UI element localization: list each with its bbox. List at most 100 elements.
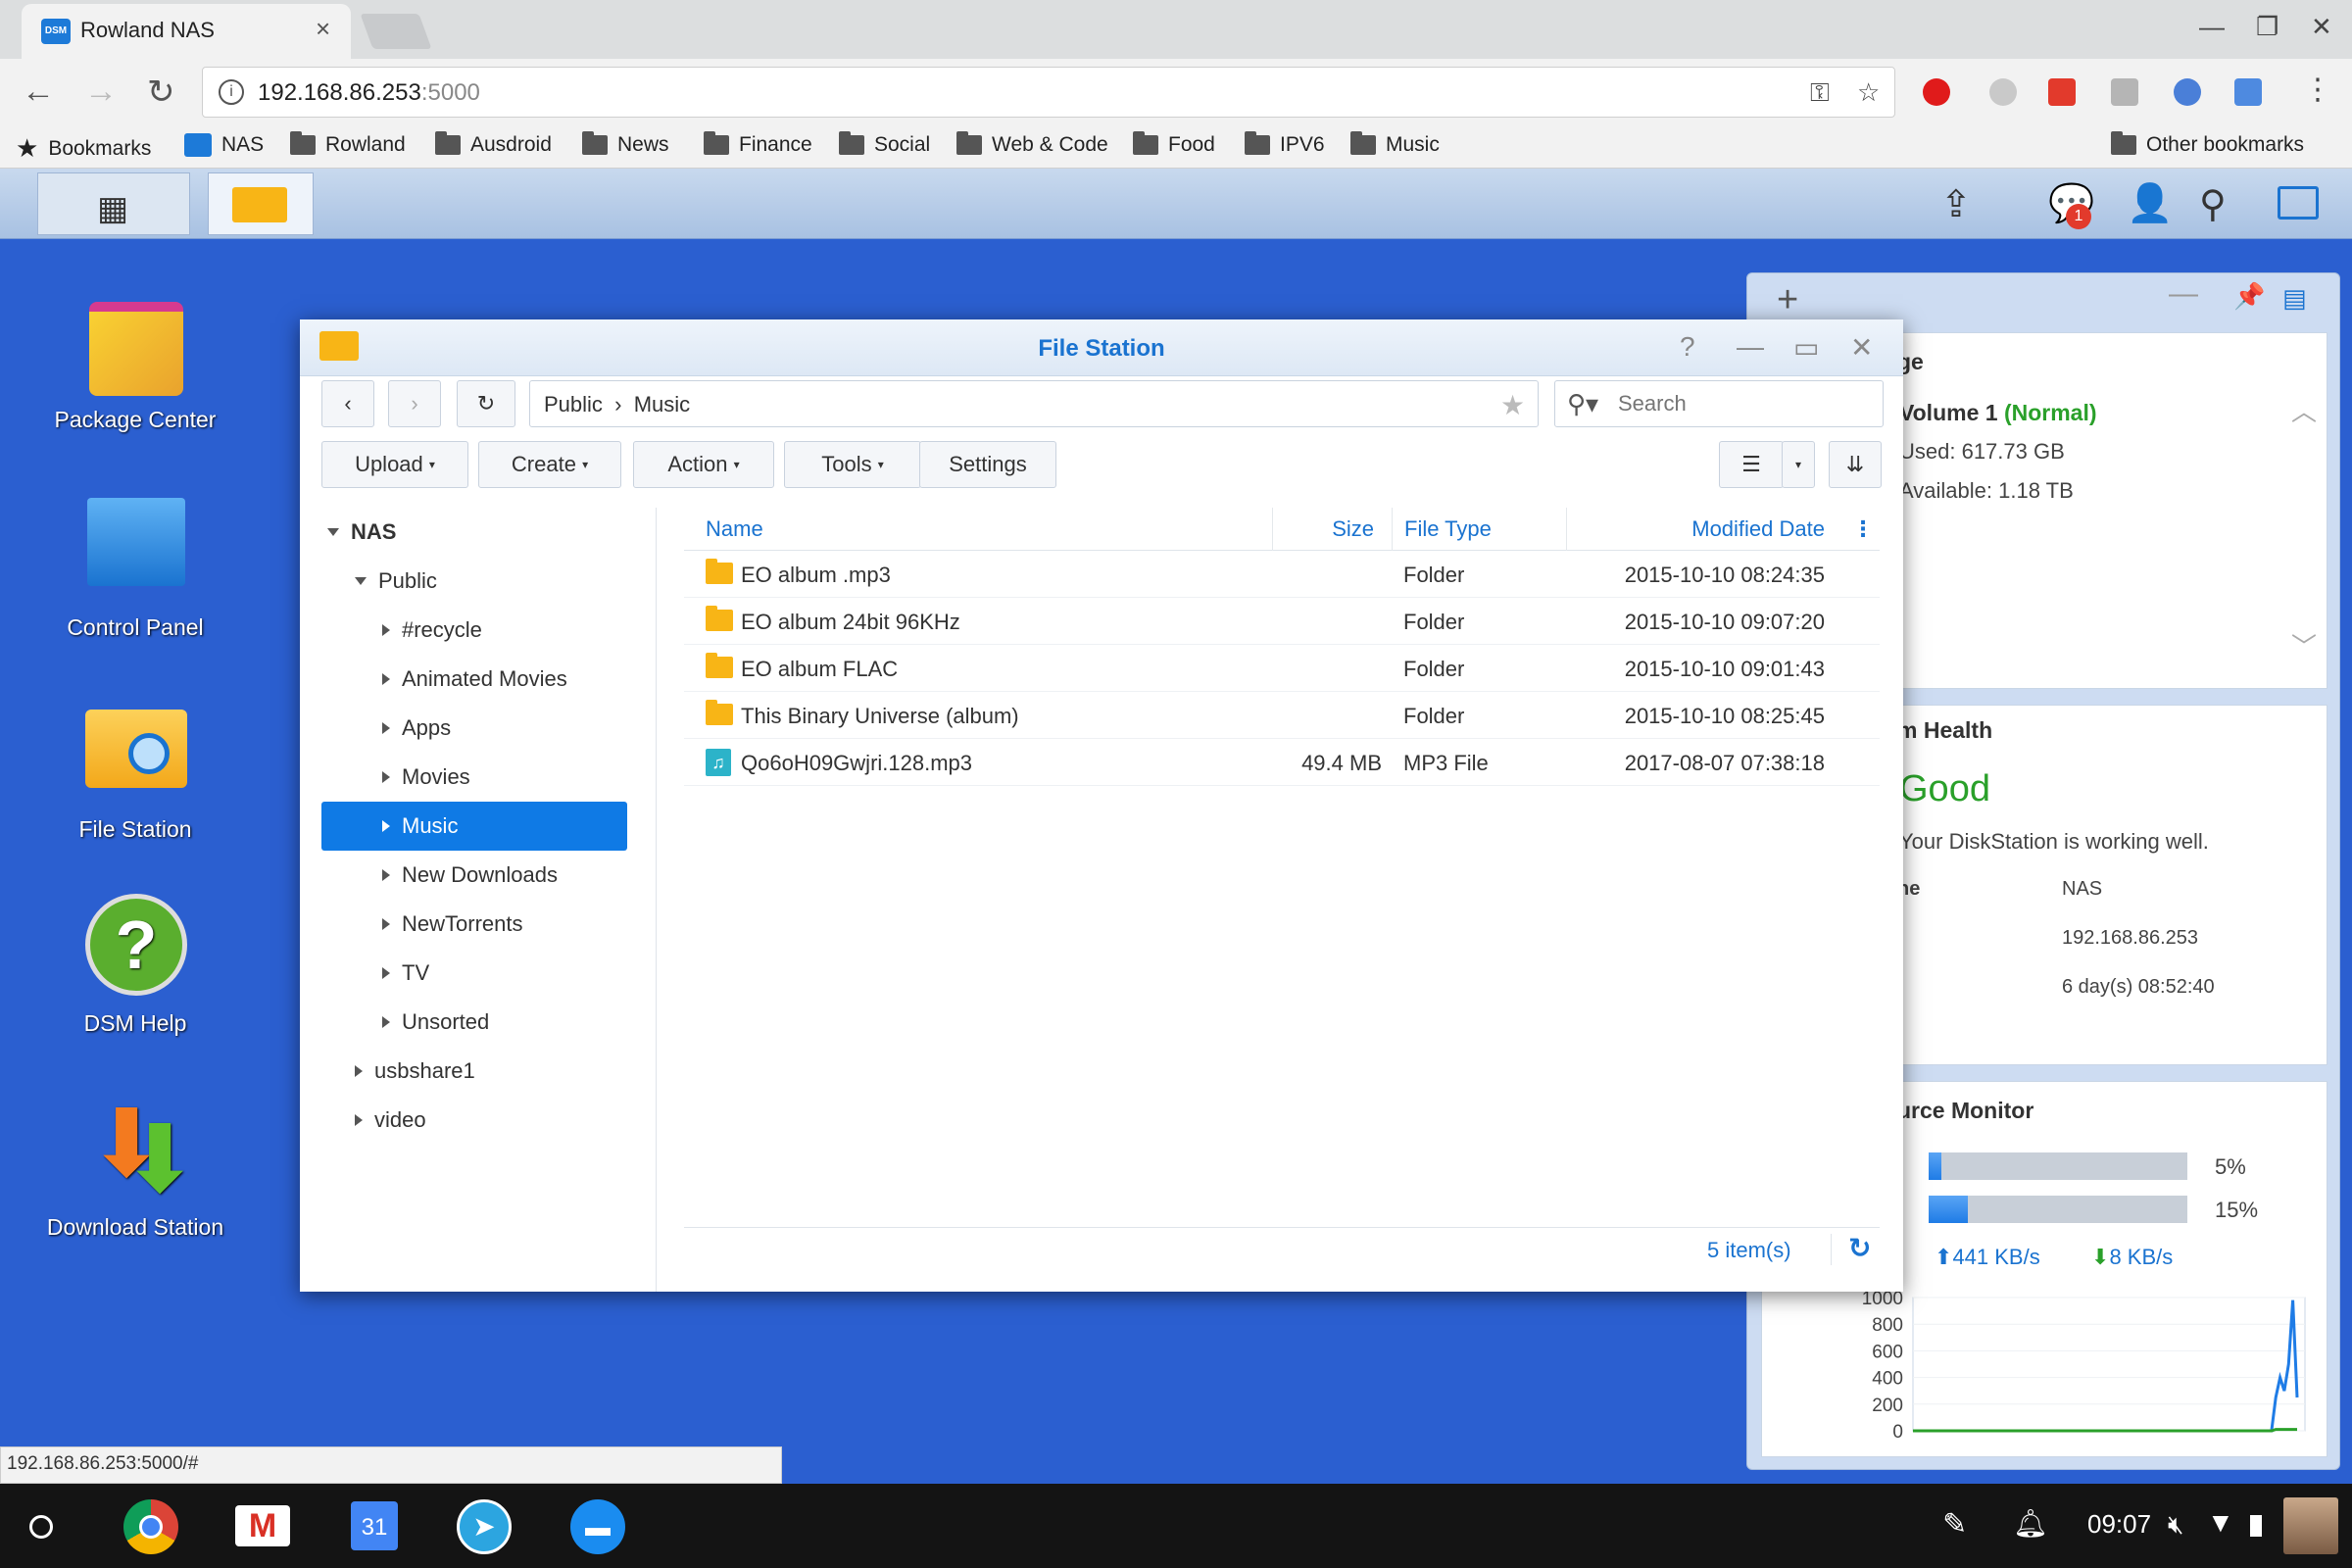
table-row[interactable]: This Binary Universe (album) Folder 2015-1… [684, 692, 1880, 739]
forward-button[interactable]: › [388, 380, 441, 427]
files-app-icon[interactable]: ▬ [570, 1499, 625, 1554]
tree-node-tv[interactable]: TV [321, 949, 635, 998]
tree-node-unsorted[interactable]: Unsorted [321, 998, 635, 1047]
bookmark-ausdroid[interactable]: Ausdroid [435, 131, 552, 157]
mute-icon[interactable]: 🔇︎ [2168, 1509, 2183, 1541]
tree-node-music[interactable]: Music [321, 802, 627, 851]
wallet-extension-icon[interactable] [2111, 78, 2138, 106]
browser-tab[interactable]: DSM Rowland NAS × [22, 4, 351, 59]
desktop-control-panel[interactable]: Control Panel [27, 498, 243, 641]
menu-kebab-icon[interactable]: ⋮ [2303, 73, 2332, 107]
restore-window-icon[interactable]: ❐ [2256, 12, 2278, 42]
search-icon[interactable]: ⚲ [2199, 182, 2227, 226]
desktop-file-station[interactable]: File Station [27, 700, 243, 843]
column-file-type[interactable]: File Type [1392, 508, 1554, 551]
tree-node-new-downloads[interactable]: New Downloads [321, 851, 635, 900]
bookmarks-star[interactable]: ★ Bookmarks [16, 133, 151, 164]
todoist-extension-icon[interactable] [2048, 78, 2076, 106]
bookmark-web-code[interactable]: Web & Code [956, 131, 1108, 157]
tree-node-nas[interactable]: NAS [327, 508, 641, 557]
chrome-icon[interactable] [123, 1499, 178, 1554]
view-mode-dropdown[interactable]: ▾ [1782, 441, 1815, 488]
table-row[interactable]: EO album FLAC Folder 2015-10-10 09:01:43 [684, 645, 1880, 692]
tree-node-recycle[interactable]: #recycle [321, 606, 635, 655]
bookmark-social[interactable]: Social [839, 131, 930, 157]
tree-node-animated-movies[interactable]: Animated Movies [321, 655, 635, 704]
desktop-dsm-help[interactable]: ? DSM Help [27, 894, 243, 1037]
other-bookmarks[interactable]: Other bookmarks [2111, 131, 2304, 157]
calendar-icon[interactable]: 31 [351, 1501, 398, 1550]
upload-queue-icon[interactable]: ⇪ [1940, 182, 1972, 226]
close-tab-icon[interactable]: × [316, 14, 330, 44]
minimize-icon[interactable]: — [1737, 331, 1764, 363]
tree-node-video[interactable]: video [321, 1096, 635, 1145]
path-bar[interactable]: Public › Music ★ [529, 380, 1539, 427]
bookmark-food[interactable]: Food [1133, 131, 1215, 157]
column-options-icon[interactable]: ⋮ [1852, 508, 1874, 551]
favorite-star-icon[interactable]: ★ [1500, 389, 1525, 421]
widgets-toggle-icon[interactable] [2278, 186, 2319, 220]
upload-button[interactable]: Upload ▾ [321, 441, 468, 488]
create-button[interactable]: Create ▾ [478, 441, 621, 488]
avatar[interactable] [2283, 1497, 2338, 1554]
widget-layout-icon[interactable]: ▤ [2282, 283, 2307, 314]
clock-time[interactable]: 09:07 [2087, 1509, 2151, 1540]
window-titlebar[interactable]: File Station ? — ▭ ✕ [300, 319, 1903, 376]
maximize-icon[interactable]: ▭ [1793, 331, 1819, 364]
minimize-widgets-icon[interactable]: — [2169, 277, 2198, 311]
chevron-up-icon[interactable]: ︿ [2291, 392, 2317, 428]
sync-extension-icon[interactable] [2174, 78, 2201, 106]
reload-icon[interactable]: ↻ [147, 73, 175, 112]
desktop-package-center[interactable]: Package Center [27, 290, 243, 433]
sort-button[interactable]: ⇊ [1829, 441, 1882, 488]
column-modified-date[interactable]: Modified Date [1566, 508, 1840, 551]
back-icon[interactable]: ← [22, 73, 55, 111]
tree-node-apps[interactable]: Apps [321, 704, 635, 753]
wifi-icon[interactable]: ▼ [2207, 1507, 2234, 1539]
stylus-icon[interactable]: ✎ [1942, 1507, 1967, 1542]
tree-node-movies[interactable]: Movies [321, 753, 635, 802]
bookmark-ipv6[interactable]: IPV6 [1245, 131, 1325, 157]
tree-node-usbshare1[interactable]: usbshare1 [321, 1047, 635, 1096]
add-widget-icon[interactable]: + [1777, 279, 1798, 321]
action-button[interactable]: Action ▾ [633, 441, 774, 488]
bell-icon[interactable]: 🔔︎ [2013, 1507, 2048, 1540]
bookmark-star-icon[interactable]: ☆ [1857, 77, 1880, 108]
chevron-down-icon[interactable]: ﹀ [2291, 627, 2317, 663]
address-bar[interactable]: i 192.168.86.253:5000 ⚿ ☆ [202, 67, 1895, 118]
user-icon[interactable]: 👤 [2127, 182, 2173, 225]
help-icon[interactable]: ? [1680, 331, 1695, 363]
bookmark-finance[interactable]: Finance [704, 131, 812, 157]
refresh-icon[interactable]: ↻ [1848, 1232, 1871, 1264]
close-window-icon[interactable]: ✕ [2311, 12, 2332, 42]
refresh-button[interactable]: ↻ [457, 380, 515, 427]
search-input[interactable] [1618, 391, 1873, 416]
bookmark-nas[interactable]: NAS [184, 133, 264, 157]
table-row[interactable]: ♫ Qo6oH09Gwjri.128.mp3 49.4 MB MP3 File 2017… [684, 739, 1880, 786]
bookmark-music[interactable]: Music [1350, 131, 1440, 157]
new-tab-button[interactable] [360, 14, 432, 49]
view-mode-button[interactable]: ☰ [1719, 441, 1784, 488]
close-icon[interactable]: ✕ [1850, 331, 1873, 364]
telegram-icon[interactable]: ➤ [457, 1499, 512, 1554]
opera-extension-icon[interactable] [1923, 78, 1950, 106]
column-size[interactable]: Size [1272, 508, 1382, 551]
table-row[interactable]: EO album .mp3 Folder 2015-10-10 08:24:35 [684, 551, 1880, 598]
pin-icon[interactable]: 📌 [2233, 281, 2265, 312]
search-box[interactable]: ⚲▾ [1554, 380, 1884, 427]
desktop-download-station[interactable]: ⬇ ⬇ Download Station [27, 1098, 243, 1241]
breadcrumb-item[interactable]: Music [634, 392, 690, 416]
cloud-extension-icon[interactable] [1989, 78, 2017, 106]
breadcrumb-item[interactable]: Public [544, 392, 603, 416]
forward-icon[interactable]: → [84, 73, 118, 111]
site-info-icon[interactable]: i [219, 79, 244, 105]
file-station-taskbar-button[interactable] [208, 172, 314, 235]
key-icon[interactable]: ⚿ [1810, 77, 1830, 109]
cast-icon[interactable] [2234, 78, 2262, 106]
column-name[interactable]: Name [706, 508, 763, 551]
tools-button[interactable]: Tools ▾ [784, 441, 921, 488]
tree-node-public[interactable]: Public [355, 557, 668, 606]
gmail-icon[interactable]: M [235, 1505, 290, 1546]
launcher-icon[interactable] [29, 1515, 53, 1539]
bookmark-rowland[interactable]: Rowland [290, 131, 406, 157]
